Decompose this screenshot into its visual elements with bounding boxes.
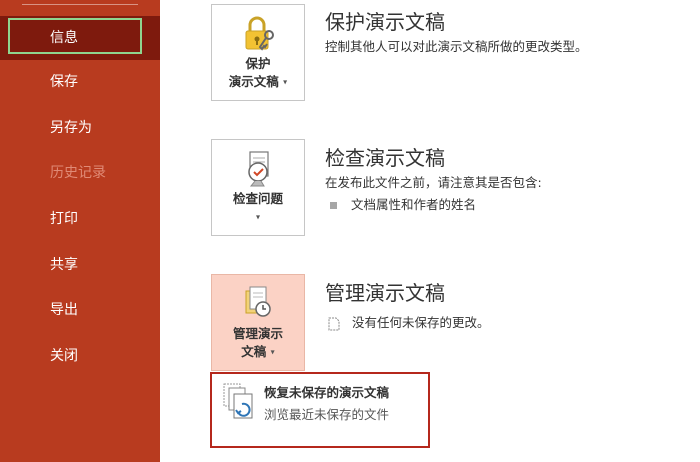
sidebar-item-label: 关闭 [50, 348, 78, 364]
sidebar-item-close[interactable]: 关闭 [0, 334, 160, 378]
inspect-title: 检查演示文稿 [325, 146, 445, 170]
sidebar-item-label: 共享 [50, 257, 78, 273]
recover-unsaved-presentations-menu-item[interactable]: 恢复未保存的演示文稿 浏览最近未保存的文件 [210, 372, 430, 448]
recover-document-icon [223, 383, 253, 419]
protect-title: 保护演示文稿 [325, 10, 445, 34]
tile-label-line1: 保护 [245, 56, 271, 71]
manage-title: 管理演示文稿 [325, 281, 445, 305]
sidebar-item-history: 历史记录 [0, 151, 160, 195]
chevron-down-icon: ▾ [283, 77, 288, 87]
focus-frame [8, 18, 142, 54]
chevron-down-icon: ▾ [255, 212, 260, 222]
chevron-down-icon: ▾ [270, 347, 275, 357]
inspect-description: 在发布此文件之前，请注意其是否包含: [325, 175, 542, 190]
list-item: 文档属性和作者的姓名 [330, 194, 476, 213]
manage-status: 没有任何未保存的更改。 [328, 312, 490, 331]
manage-documents-icon [245, 286, 271, 317]
protect-presentation-button[interactable]: 保护 演示文稿 ▾ [211, 4, 305, 101]
tile-label-line1: 检查问题 [232, 191, 283, 206]
sidebar-item-print[interactable]: 打印 [0, 197, 160, 241]
sidebar-item-label: 导出 [50, 302, 78, 318]
inspect-document-icon [248, 151, 269, 187]
sidebar-item-label: 保存 [50, 74, 78, 90]
sidebar-item-info[interactable]: 信息 [0, 16, 160, 60]
menu-item-description: 浏览最近未保存的文件 [264, 407, 390, 422]
sidebar-item-label: 另存为 [50, 120, 92, 136]
document-small-icon [328, 317, 340, 330]
tile-label-line2: 演示文稿 ▾ [228, 74, 288, 89]
sidebar-item-label: 历史记录 [50, 165, 106, 181]
check-for-issues-button[interactable]: 检查问题 ▾ [211, 139, 305, 236]
sidebar-item-label: 打印 [50, 211, 78, 227]
lock-key-icon [245, 16, 274, 51]
sidebar-item-save[interactable]: 保存 [0, 60, 160, 104]
tile-label-line1: 管理演示 [232, 326, 283, 341]
tile-label-line2: 文稿 ▾ [241, 344, 275, 359]
sidebar-divider [22, 4, 138, 5]
protect-description: 控制其他人可以对此演示文稿所做的更改类型。 [325, 39, 588, 54]
sidebar-item-share[interactable]: 共享 [0, 243, 160, 287]
bullet-icon [330, 202, 337, 209]
sidebar-item-save-as[interactable]: 另存为 [0, 106, 160, 150]
backstage-sidebar: 信息 保存 另存为 历史记录 打印 共享 导出 关闭 [0, 0, 160, 462]
manage-presentation-button[interactable]: 管理演示 文稿 ▾ [211, 274, 305, 371]
menu-item-title: 恢复未保存的演示文稿 [264, 385, 390, 400]
sidebar-item-export[interactable]: 导出 [0, 288, 160, 332]
